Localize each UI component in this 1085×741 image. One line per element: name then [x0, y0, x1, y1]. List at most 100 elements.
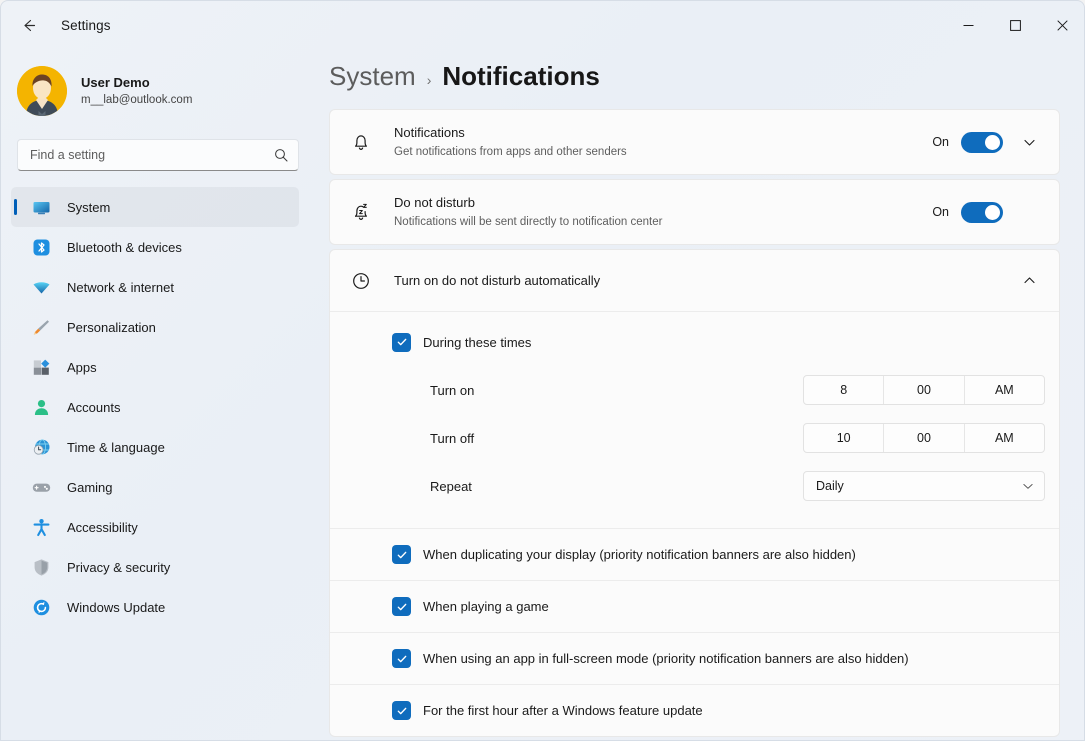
turn-off-minute[interactable]: 00: [884, 424, 964, 452]
turn-off-meridiem[interactable]: AM: [965, 424, 1044, 452]
minimize-button[interactable]: [945, 1, 992, 49]
sidebar-item-label: Apps: [67, 360, 97, 375]
condition-row-feature-update[interactable]: For the first hour after a Windows featu…: [330, 684, 1059, 736]
maximize-button[interactable]: [992, 1, 1039, 49]
sidebar-item-accounts[interactable]: Accounts: [11, 387, 299, 427]
back-button[interactable]: [11, 9, 45, 41]
sidebar-item-network-internet[interactable]: Network & internet: [11, 267, 299, 307]
settings-window: Settings: [0, 0, 1085, 741]
window-controls: [945, 1, 1085, 49]
feature-update-checkbox[interactable]: [392, 701, 411, 720]
turn-on-minute[interactable]: 00: [884, 376, 964, 404]
main-pane: System › Notifications Notifications Get: [321, 49, 1085, 741]
repeat-dropdown[interactable]: Daily: [803, 471, 1045, 501]
turn-on-time-picker[interactable]: 8 00 AM: [803, 375, 1045, 405]
fullscreen-mode-checkbox[interactable]: [392, 649, 411, 668]
turn-on-meridiem[interactable]: AM: [965, 376, 1044, 404]
do-not-disturb-toggle[interactable]: [961, 202, 1003, 223]
back-arrow-icon: [20, 17, 37, 34]
repeat-row: Repeat Daily: [346, 462, 1045, 510]
auto-dnd-collapse-button[interactable]: [1013, 265, 1045, 297]
playing-game-checkbox[interactable]: [392, 597, 411, 616]
search-icon: [274, 148, 288, 162]
close-button[interactable]: [1039, 1, 1085, 49]
search-box[interactable]: [17, 139, 299, 171]
do-not-disturb-row[interactable]: Do not disturb Notifications will be sen…: [330, 180, 1059, 244]
notifications-row[interactable]: Notifications Get notifications from app…: [330, 110, 1059, 174]
toggle-knob: [985, 135, 1000, 150]
sidebar-item-windows-update[interactable]: Windows Update: [11, 587, 299, 627]
notifications-title: Notifications: [394, 124, 932, 142]
profile-text: User Demo m__lab@outlook.com: [81, 74, 192, 108]
shield-icon: [31, 557, 51, 577]
page-title: Notifications: [442, 61, 599, 92]
apps-icon: [31, 357, 51, 377]
notifications-toggle[interactable]: [961, 132, 1003, 153]
sidebar-item-label: Network & internet: [67, 280, 174, 295]
profile-card[interactable]: User Demo m__lab@outlook.com: [1, 49, 321, 121]
sidebar-item-system[interactable]: System: [11, 187, 299, 227]
scrollbar[interactable]: [1077, 109, 1082, 709]
sidebar-item-gaming[interactable]: Gaming: [11, 467, 299, 507]
app-title: Settings: [61, 18, 111, 33]
breadcrumb-parent[interactable]: System: [329, 61, 416, 92]
chevron-up-icon: [1023, 274, 1036, 287]
during-these-times-row[interactable]: During these times: [346, 326, 1045, 358]
bluetooth-icon: [31, 237, 51, 257]
maximize-icon: [1010, 20, 1021, 31]
turn-on-label: Turn on: [430, 383, 803, 398]
bell-icon: [346, 131, 376, 153]
duplicating-display-label: When duplicating your display (priority …: [423, 547, 856, 562]
sidebar-item-label: Time & language: [67, 440, 165, 455]
turn-off-time-picker[interactable]: 10 00 AM: [803, 423, 1045, 453]
turn-on-row: Turn on 8 00 AM: [346, 366, 1045, 414]
sidebar-item-label: Privacy & security: [67, 560, 170, 575]
brush-icon: [31, 317, 51, 337]
sidebar-item-label: Personalization: [67, 320, 156, 335]
accessibility-icon: [31, 517, 51, 537]
playing-game-label: When playing a game: [423, 599, 549, 614]
sidebar-item-personalization[interactable]: Personalization: [11, 307, 299, 347]
avatar-illustration-icon: [17, 66, 67, 116]
repeat-value: Daily: [816, 479, 1022, 493]
minimize-icon: [963, 20, 974, 31]
gamepad-icon: [31, 477, 51, 497]
sidebar-item-time-language[interactable]: Time & language: [11, 427, 299, 467]
duplicating-display-checkbox[interactable]: [392, 545, 411, 564]
during-these-times-checkbox[interactable]: [392, 333, 411, 352]
auto-dnd-body: During these times Turn on 8 00 AM Turn …: [330, 312, 1059, 528]
chevron-down-icon: [1023, 136, 1036, 149]
sidebar-item-label: Bluetooth & devices: [67, 240, 182, 255]
condition-row-playing-game[interactable]: When playing a game: [330, 580, 1059, 632]
auto-dnd-header[interactable]: Turn on do not disturb automatically: [330, 250, 1059, 312]
bell-sleep-icon: [346, 201, 376, 223]
title-bar: Settings: [1, 1, 1085, 49]
search-input[interactable]: [30, 148, 274, 162]
turn-off-row: Turn off 10 00 AM: [346, 414, 1045, 462]
sidebar: User Demo m__lab@outlook.com: [1, 49, 321, 741]
close-icon: [1057, 20, 1068, 31]
monitor-icon: [31, 197, 51, 217]
check-icon: [396, 601, 408, 613]
check-icon: [396, 549, 408, 561]
repeat-label: Repeat: [430, 479, 803, 494]
auto-dnd-title: Turn on do not disturb automatically: [394, 273, 1003, 288]
notifications-expand-button[interactable]: [1013, 126, 1045, 158]
sidebar-item-apps[interactable]: Apps: [11, 347, 299, 387]
do-not-disturb-state-label: On: [932, 205, 949, 219]
turn-on-hour[interactable]: 8: [804, 376, 884, 404]
condition-row-duplicating[interactable]: When duplicating your display (priority …: [330, 528, 1059, 580]
sidebar-item-accessibility[interactable]: Accessibility: [11, 507, 299, 547]
fullscreen-mode-label: When using an app in full-screen mode (p…: [423, 651, 909, 666]
notifications-state-label: On: [932, 135, 949, 149]
condition-row-fullscreen[interactable]: When using an app in full-screen mode (p…: [330, 632, 1059, 684]
do-not-disturb-subtitle: Notifications will be sent directly to n…: [394, 214, 932, 230]
turn-off-hour[interactable]: 10: [804, 424, 884, 452]
avatar: [17, 66, 67, 116]
sidebar-item-label: Accounts: [67, 400, 120, 415]
breadcrumb: System › Notifications: [321, 49, 1085, 109]
sidebar-item-privacy-security[interactable]: Privacy & security: [11, 547, 299, 587]
profile-name: User Demo: [81, 74, 192, 92]
sidebar-item-label: System: [67, 200, 110, 215]
sidebar-item-bluetooth-devices[interactable]: Bluetooth & devices: [11, 227, 299, 267]
